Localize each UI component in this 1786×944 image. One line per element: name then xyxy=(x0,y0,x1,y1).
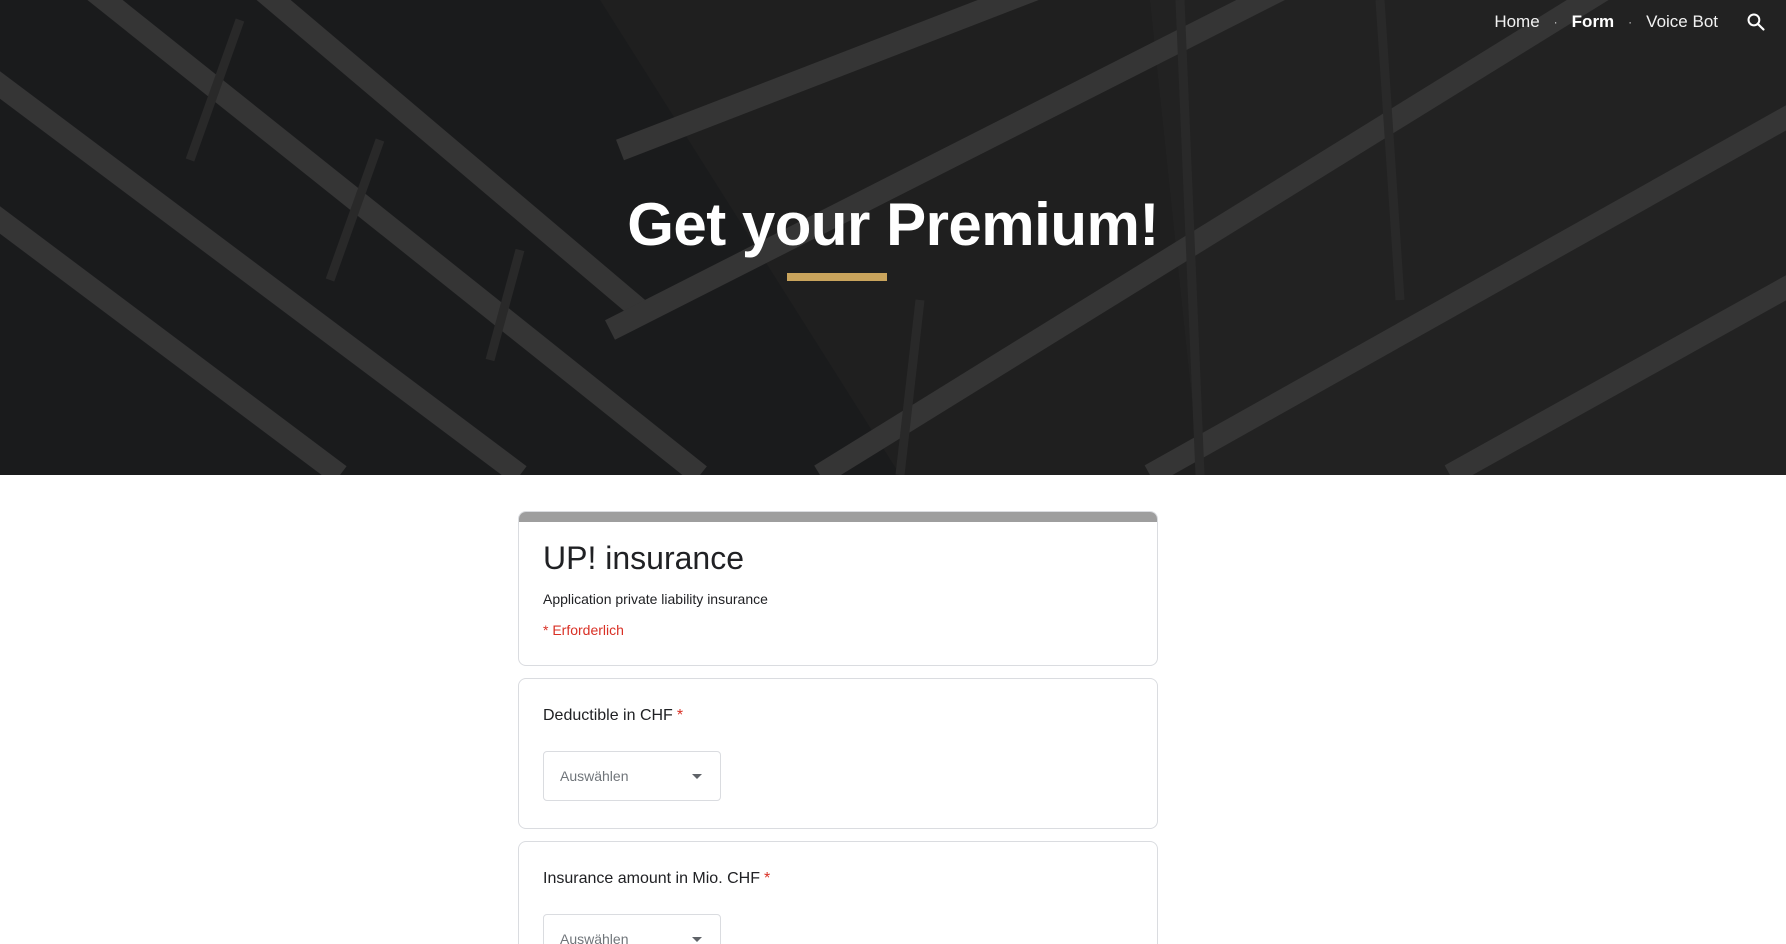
hero-title-underline xyxy=(787,273,887,281)
dropdown-placeholder: Auswählen xyxy=(560,768,629,784)
insurance-amount-dropdown[interactable]: Auswählen xyxy=(543,914,721,944)
chevron-down-icon xyxy=(692,937,702,942)
form-description: Application private liability insurance xyxy=(543,591,768,607)
form-title: UP! insurance xyxy=(543,540,744,576)
form-header-card: UP! insurance Application private liabil… xyxy=(518,511,1158,666)
hero-title: Get your Premium! xyxy=(627,191,1159,258)
dropdown-placeholder: Auswählen xyxy=(560,931,629,944)
question-label: Insurance amount in Mio. CHF * xyxy=(543,870,770,888)
form-header-bar xyxy=(519,512,1157,522)
top-navigation: Home · Form · Voice Bot xyxy=(1492,11,1768,33)
question-label-text: Deductible in CHF xyxy=(543,707,673,724)
nav-item-form[interactable]: Form xyxy=(1570,12,1617,32)
nav-item-home[interactable]: Home xyxy=(1492,12,1541,32)
nav-separator: · xyxy=(1628,15,1633,29)
question-card-deductible: Deductible in CHF * Auswählen xyxy=(518,678,1158,829)
required-note: * Erforderlich xyxy=(543,622,624,638)
required-asterisk: * xyxy=(763,870,771,887)
question-card-insurance-amount: Insurance amount in Mio. CHF * Auswählen xyxy=(518,841,1158,944)
deductible-dropdown[interactable]: Auswählen xyxy=(543,751,721,801)
search-icon[interactable] xyxy=(1746,11,1768,33)
chevron-down-icon xyxy=(692,774,702,779)
hero-banner: Home · Form · Voice Bot Get your Premium… xyxy=(0,0,1786,475)
question-label-text: Insurance amount in Mio. CHF xyxy=(543,870,760,887)
nav-item-voice-bot[interactable]: Voice Bot xyxy=(1644,12,1720,32)
required-asterisk: * xyxy=(676,707,684,724)
nav-separator: · xyxy=(1553,15,1558,29)
question-label: Deductible in CHF * xyxy=(543,707,683,725)
